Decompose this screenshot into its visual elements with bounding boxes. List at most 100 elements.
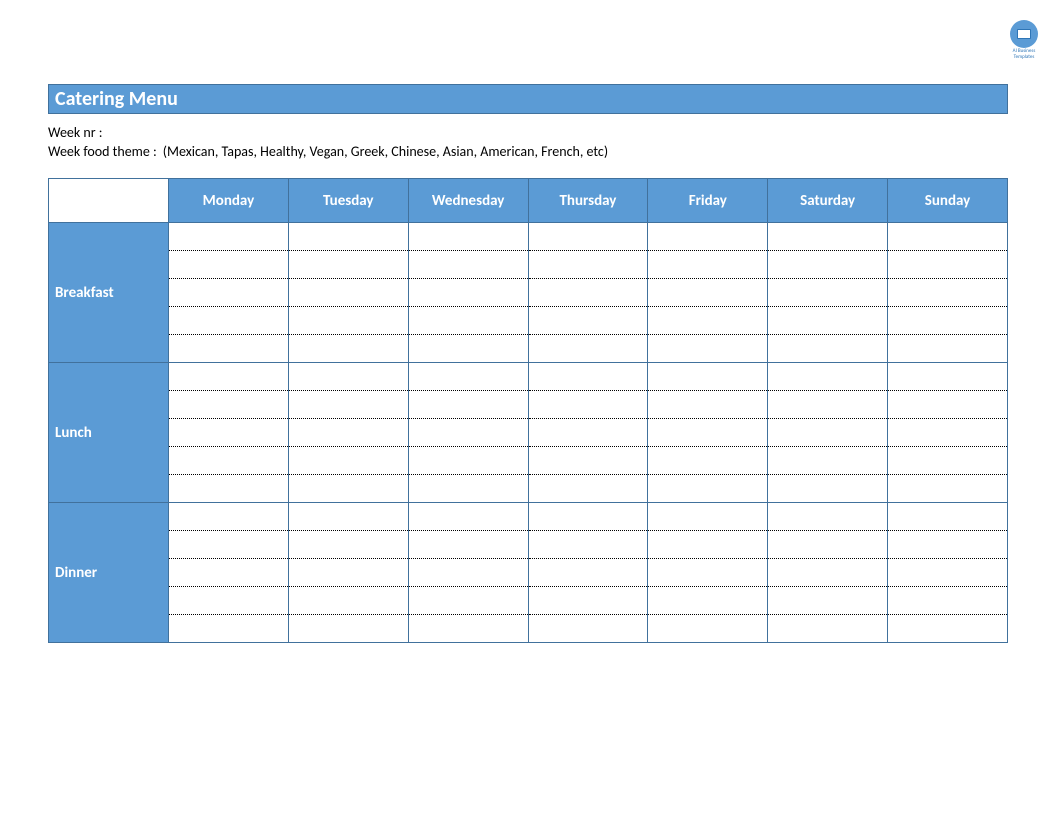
entry-line: [648, 615, 767, 642]
header-monday: Monday: [169, 179, 289, 223]
entry-line: [888, 335, 1007, 362]
entry-line: [289, 363, 408, 391]
entry-line: [169, 279, 288, 307]
header-corner: [49, 179, 169, 223]
entry-line: [648, 419, 767, 447]
entry-line: [409, 251, 528, 279]
entry-line: [409, 559, 528, 587]
meta-block: Week nr : Week food theme : (Mexican, Ta…: [48, 124, 1008, 160]
entry-line: [768, 587, 887, 615]
entry-line: [169, 531, 288, 559]
entry-line: [768, 307, 887, 335]
entry-line: [648, 475, 767, 502]
entry-line: [529, 223, 648, 251]
cell-lunch-monday[interactable]: [169, 363, 289, 503]
entry-line: [648, 587, 767, 615]
entry-line: [768, 251, 887, 279]
entry-line: [648, 251, 767, 279]
meal-row-breakfast: Breakfast: [49, 223, 1008, 363]
entry-line: [888, 531, 1007, 559]
cell-dinner-sunday[interactable]: [888, 503, 1008, 643]
entry-line: [169, 587, 288, 615]
entry-line: [768, 279, 887, 307]
cell-breakfast-saturday[interactable]: [768, 223, 888, 363]
entry-line: [768, 223, 887, 251]
cell-lunch-thursday[interactable]: [528, 363, 648, 503]
cell-breakfast-wednesday[interactable]: [408, 223, 528, 363]
entry-line: [409, 363, 528, 391]
entry-line: [289, 419, 408, 447]
header-row: Monday Tuesday Wednesday Thursday Friday…: [49, 179, 1008, 223]
entry-line: [888, 559, 1007, 587]
cell-lunch-sunday[interactable]: [888, 363, 1008, 503]
entry-line: [409, 503, 528, 531]
cell-dinner-thursday[interactable]: [528, 503, 648, 643]
theme-label: Week food theme :: [48, 143, 157, 160]
cell-breakfast-sunday[interactable]: [888, 223, 1008, 363]
entry-line: [409, 223, 528, 251]
entry-line: [888, 475, 1007, 502]
entry-line: [169, 475, 288, 502]
entry-line: [289, 503, 408, 531]
cell-dinner-monday[interactable]: [169, 503, 289, 643]
entry-line: [409, 307, 528, 335]
entry-line: [529, 503, 648, 531]
entry-line: [529, 615, 648, 642]
title-bar: Catering Menu: [48, 84, 1008, 114]
entry-line: [529, 391, 648, 419]
entry-line: [888, 587, 1007, 615]
entry-line: [768, 391, 887, 419]
entry-line: [289, 615, 408, 642]
entry-line: [648, 223, 767, 251]
entry-line: [289, 251, 408, 279]
meta-week-nr: Week nr :: [48, 124, 1008, 141]
cell-breakfast-monday[interactable]: [169, 223, 289, 363]
entry-line: [409, 531, 528, 559]
cell-breakfast-thursday[interactable]: [528, 223, 648, 363]
entry-line: [289, 447, 408, 475]
entry-line: [888, 503, 1007, 531]
entry-line: [888, 251, 1007, 279]
entry-line: [888, 279, 1007, 307]
header-sunday: Sunday: [888, 179, 1008, 223]
entry-line: [888, 363, 1007, 391]
cell-lunch-wednesday[interactable]: [408, 363, 528, 503]
entry-line: [648, 559, 767, 587]
cell-breakfast-friday[interactable]: [648, 223, 768, 363]
cell-dinner-wednesday[interactable]: [408, 503, 528, 643]
entry-line: [648, 503, 767, 531]
page: Catering Menu Week nr : Week food theme …: [0, 0, 1056, 643]
entry-line: [768, 419, 887, 447]
header-thursday: Thursday: [528, 179, 648, 223]
menu-table: Monday Tuesday Wednesday Thursday Friday…: [48, 178, 1008, 643]
entry-line: [529, 279, 648, 307]
header-tuesday: Tuesday: [288, 179, 408, 223]
entry-line: [768, 363, 887, 391]
cell-lunch-friday[interactable]: [648, 363, 768, 503]
meal-row-lunch: Lunch: [49, 363, 1008, 503]
cell-dinner-tuesday[interactable]: [288, 503, 408, 643]
entry-line: [169, 391, 288, 419]
entry-line: [409, 279, 528, 307]
cell-dinner-saturday[interactable]: [768, 503, 888, 643]
cell-lunch-tuesday[interactable]: [288, 363, 408, 503]
meta-theme: Week food theme : (Mexican, Tapas, Healt…: [48, 143, 1008, 160]
header-friday: Friday: [648, 179, 768, 223]
entry-line: [768, 615, 887, 642]
entry-line: [409, 587, 528, 615]
theme-value: (Mexican, Tapas, Healthy, Vegan, Greek, …: [163, 143, 608, 160]
entry-line: [768, 503, 887, 531]
entry-line: [169, 307, 288, 335]
entry-line: [529, 475, 648, 502]
entry-line: [888, 391, 1007, 419]
entry-line: [529, 419, 648, 447]
entry-line: [289, 587, 408, 615]
entry-line: [169, 251, 288, 279]
cell-breakfast-tuesday[interactable]: [288, 223, 408, 363]
cell-lunch-saturday[interactable]: [768, 363, 888, 503]
meal-label-dinner: Dinner: [49, 503, 169, 643]
cell-dinner-friday[interactable]: [648, 503, 768, 643]
entry-line: [768, 447, 887, 475]
entry-line: [409, 335, 528, 362]
brand-badge-circle: [1010, 20, 1038, 48]
